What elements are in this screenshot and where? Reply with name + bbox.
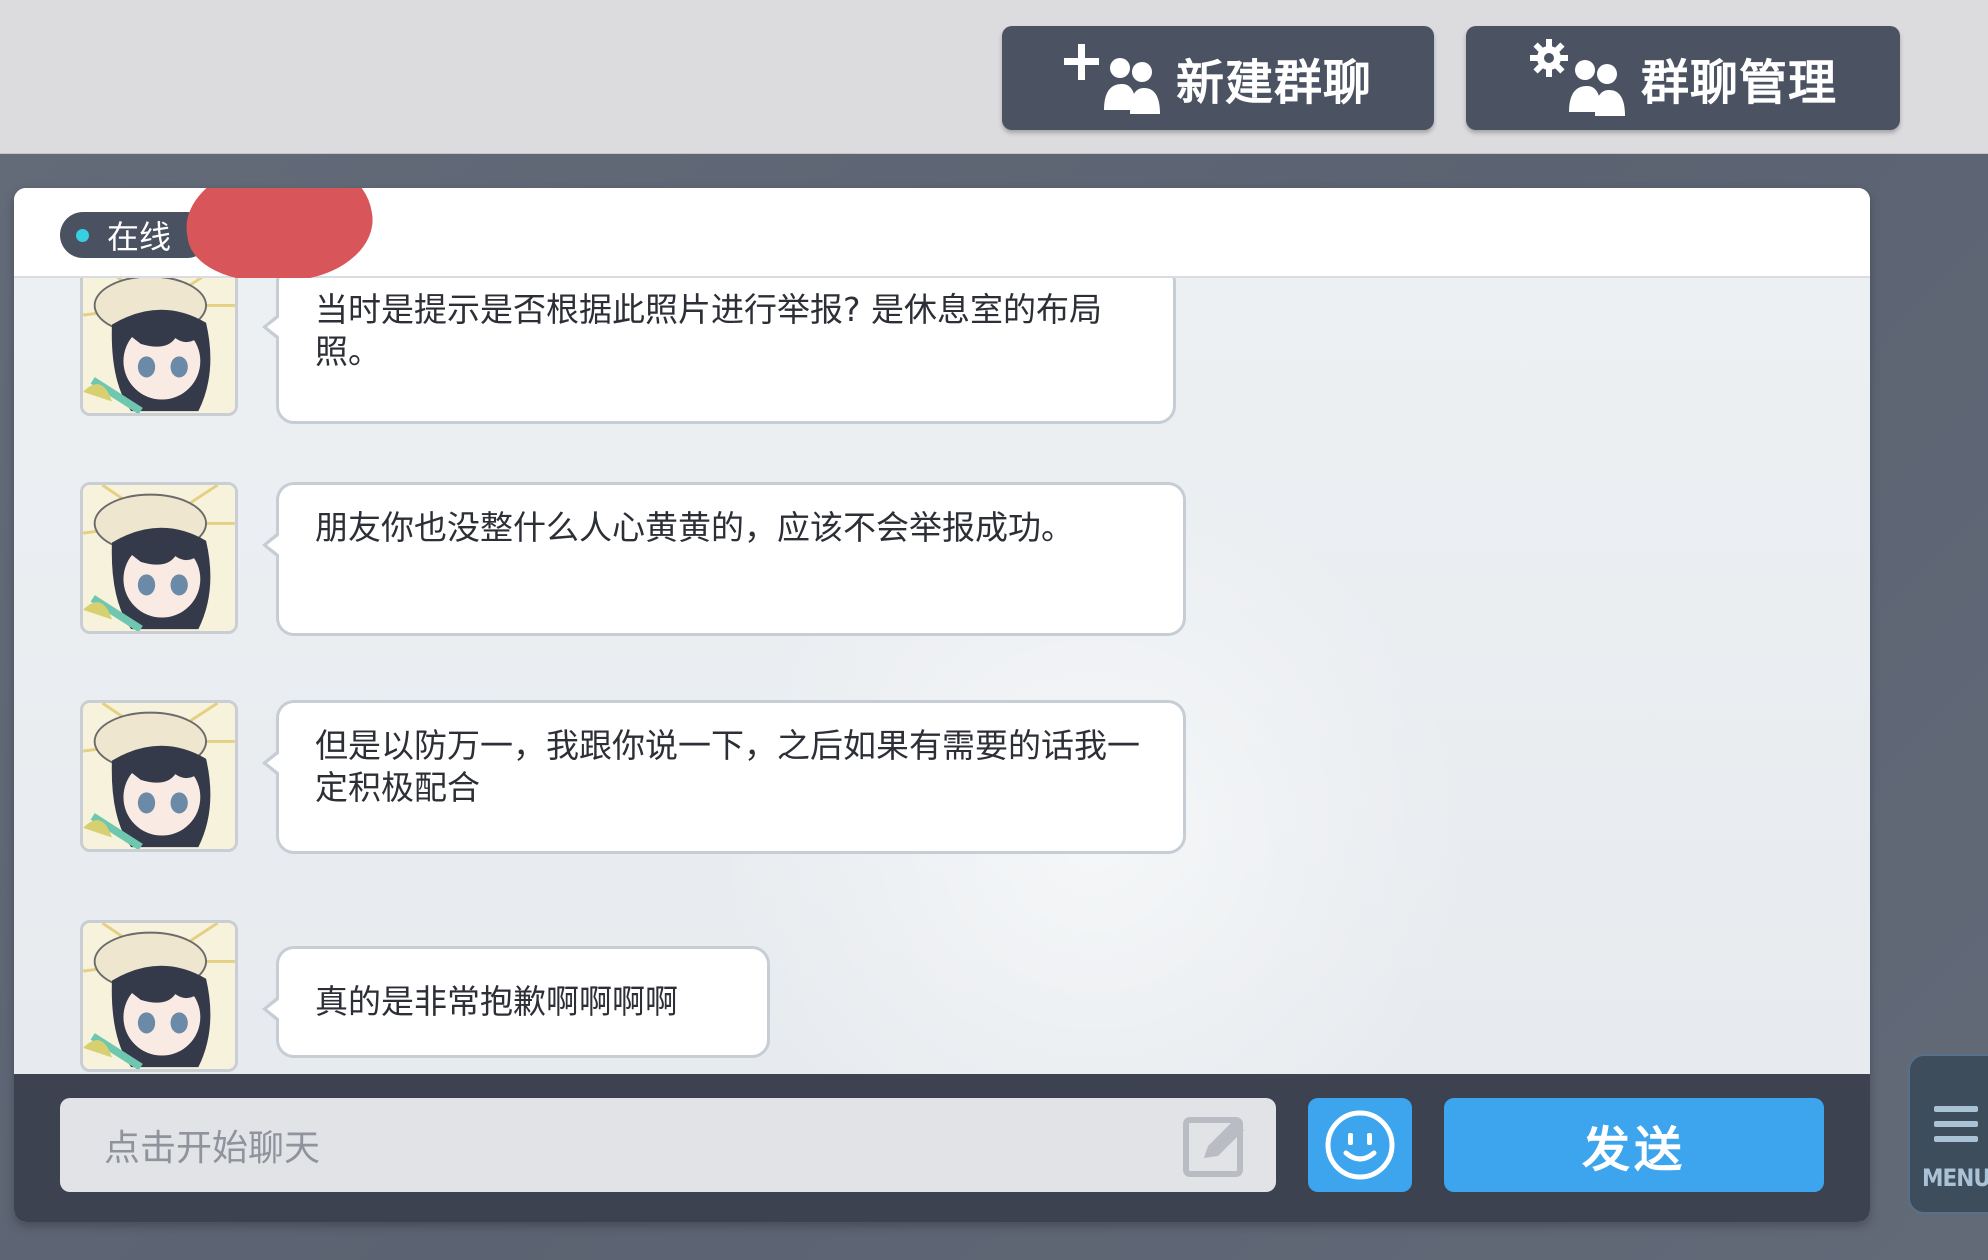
avatar-image	[83, 923, 235, 1069]
smiley-icon	[1325, 1110, 1395, 1180]
avatar-image	[83, 703, 235, 849]
manage-group-label: 群聊管理	[1640, 55, 1837, 111]
top-bar: 新建群聊 群聊管理	[0, 0, 1988, 154]
send-button[interactable]: 发送	[1444, 1098, 1824, 1192]
edit-icon	[1183, 1117, 1244, 1177]
status-label: 在线	[107, 218, 172, 256]
message-bubble: 真的是非常抱歉啊啊啊啊	[262, 946, 770, 1058]
add-group-icon	[1063, 44, 1160, 114]
composer-bar: 点击开始聊天 发送	[14, 1074, 1870, 1222]
message-text: 真的是非常抱歉啊啊啊啊	[315, 982, 678, 1021]
chat-panel: 在线 当时是提示是否根据此照片进行举报? 是休息室的布局照。 朋友你也没整什么人…	[14, 188, 1870, 1222]
message-bubble: 当时是提示是否根据此照片进行举报? 是休息室的布局照。	[262, 278, 1176, 424]
message-list[interactable]: 当时是提示是否根据此照片进行举报? 是休息室的布局照。 朋友你也没整什么人心黄黄…	[14, 278, 1870, 1164]
group-settings-icon	[1529, 39, 1625, 116]
avatar[interactable]	[80, 700, 238, 852]
new-group-button[interactable]: 新建群聊	[1002, 26, 1434, 130]
online-dot-icon	[76, 228, 89, 242]
menu-label: MENU	[1922, 1164, 1988, 1192]
new-group-label: 新建群聊	[1175, 55, 1372, 111]
chat-input[interactable]: 点击开始聊天	[60, 1098, 1276, 1192]
avatar[interactable]	[80, 920, 238, 1072]
message-bubble: 但是以防万一，我跟你说一下，之后如果有需要的话我一定积极配合	[262, 700, 1186, 854]
menu-button[interactable]: MENU	[1908, 1054, 1988, 1214]
message-text: 当时是提示是否根据此照片进行举报? 是休息室的布局照。	[315, 290, 1103, 371]
message-bubble: 朋友你也没整什么人心黄黄的，应该不会举报成功。	[262, 482, 1186, 636]
message-text: 朋友你也没整什么人心黄黄的，应该不会举报成功。	[315, 508, 1074, 547]
send-label: 发送	[1581, 1122, 1686, 1178]
chat-input-placeholder: 点击开始聊天	[104, 1128, 321, 1169]
avatar-image	[83, 485, 235, 631]
hamburger-icon	[1934, 1106, 1978, 1151]
manage-group-button[interactable]: 群聊管理	[1466, 26, 1900, 130]
message-text: 但是以防万一，我跟你说一下，之后如果有需要的话我一定积极配合	[315, 726, 1140, 807]
avatar-image	[83, 278, 235, 413]
avatar[interactable]	[80, 278, 238, 416]
avatar[interactable]	[80, 482, 238, 634]
chat-header: 在线	[14, 188, 1870, 295]
emoji-button[interactable]	[1308, 1098, 1412, 1192]
